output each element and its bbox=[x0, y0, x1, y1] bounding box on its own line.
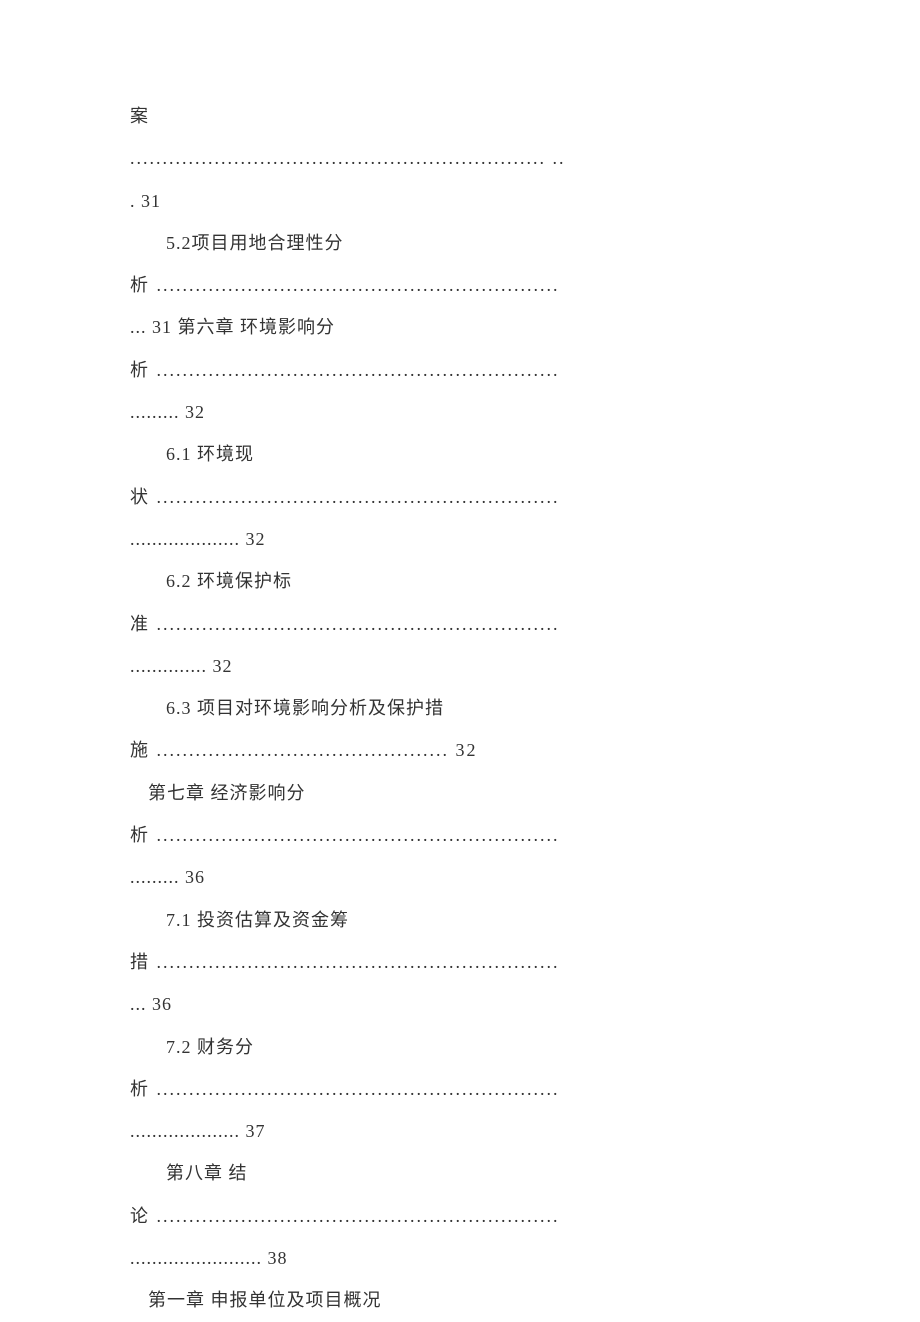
toc-entry-6-3: 6.3 项目对环境影响分析及保护措 bbox=[130, 687, 790, 729]
toc-dots: 析 ......................................… bbox=[130, 264, 790, 306]
toc-page-ref: .................... 37 bbox=[130, 1110, 790, 1152]
toc-dots: 析 ......................................… bbox=[130, 1068, 790, 1110]
chapter-heading: 第一章 申报单位及项目概况 bbox=[130, 1279, 790, 1321]
toc-entry-5-2: 5.2项目用地合理性分 bbox=[130, 222, 790, 264]
toc-dots: 析 ......................................… bbox=[130, 814, 790, 856]
toc-page-ref: . 31 bbox=[130, 180, 790, 222]
toc-dots: 论 ......................................… bbox=[130, 1195, 790, 1237]
toc-entry-6-2: 6.2 环境保护标 bbox=[130, 560, 790, 602]
toc-dots: 状 ......................................… bbox=[130, 476, 790, 518]
toc-page-ref: .............. 32 bbox=[130, 645, 790, 687]
toc-line-fragment: 案 bbox=[130, 95, 790, 137]
toc-page-ref: ......... 32 bbox=[130, 391, 790, 433]
toc-dots: 析 ......................................… bbox=[130, 349, 790, 391]
toc-page-ref: ... 36 bbox=[130, 983, 790, 1025]
toc-page-ref: ........................ 38 bbox=[130, 1237, 790, 1279]
toc-entry-7-1: 7.1 投资估算及资金筹 bbox=[130, 899, 790, 941]
toc-content: 案 ......................................… bbox=[130, 95, 790, 1322]
toc-dots: 准 ......................................… bbox=[130, 603, 790, 645]
toc-entry-chapter-7: 第七章 经济影响分 bbox=[130, 772, 790, 814]
toc-page-ref: ... 31 第六章 环境影响分 bbox=[130, 306, 790, 348]
toc-entry-6-1: 6.1 环境现 bbox=[130, 433, 790, 475]
toc-page-ref: .................... 32 bbox=[130, 518, 790, 560]
toc-dots: ........................................… bbox=[130, 137, 790, 179]
toc-entry-chapter-8: 第八章 结 bbox=[130, 1152, 790, 1194]
toc-dots: 措 ......................................… bbox=[130, 941, 790, 983]
toc-entry-7-2: 7.2 财务分 bbox=[130, 1026, 790, 1068]
toc-dots: 施 ......................................… bbox=[130, 729, 790, 771]
toc-page-ref: ......... 36 bbox=[130, 856, 790, 898]
